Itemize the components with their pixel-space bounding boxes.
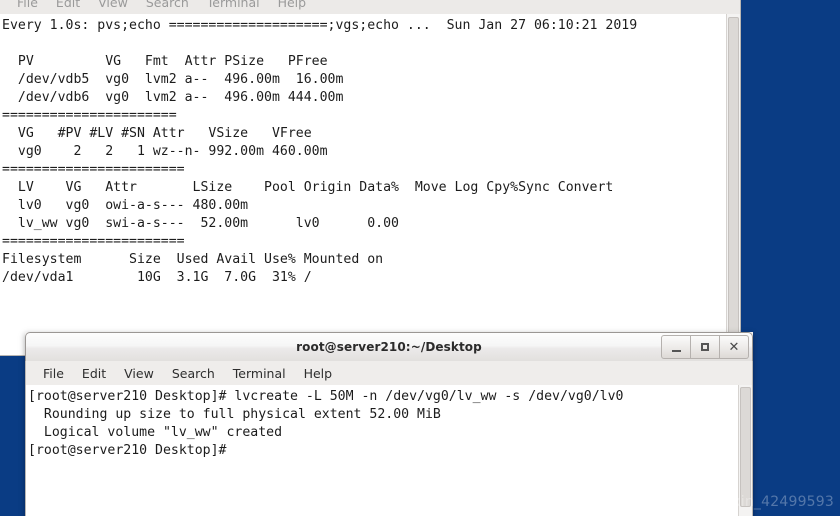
menu-item-edit[interactable]: Edit bbox=[47, 0, 89, 12]
root-scrollbar-thumb[interactable] bbox=[740, 387, 751, 507]
watch-terminal-output: Every 1.0s: pvs;echo ===================… bbox=[2, 18, 638, 285]
maximize-button[interactable] bbox=[691, 335, 720, 359]
menu-item-help[interactable]: Help bbox=[295, 364, 342, 383]
menu-item-search[interactable]: Search bbox=[137, 0, 198, 12]
menu-item-file[interactable]: File bbox=[34, 364, 73, 383]
menu-item-terminal[interactable]: Terminal bbox=[224, 364, 295, 383]
menu-item-help[interactable]: Help bbox=[269, 0, 316, 12]
watermark-text: https://blog.csdn.net/weixin_42499593 bbox=[553, 494, 834, 510]
minimize-button[interactable] bbox=[661, 335, 691, 359]
menu-item-edit[interactable]: Edit bbox=[73, 364, 115, 383]
watch-terminal-scrollbar[interactable] bbox=[726, 14, 740, 355]
root-terminal-window[interactable]: root@server210:~/Desktop ✕ File Edit Vie… bbox=[25, 332, 753, 516]
terminal-menubar[interactable]: File Edit View Search Terminal Help bbox=[25, 361, 753, 385]
menu-item-search[interactable]: Search bbox=[163, 364, 224, 383]
desktop-screen: File Edit View Search Terminal Help Ever… bbox=[0, 0, 840, 516]
maximize-icon bbox=[701, 343, 709, 351]
minimize-icon bbox=[671, 349, 681, 352]
close-icon: ✕ bbox=[728, 339, 740, 355]
watch-monitor-window[interactable]: File Edit View Search Terminal Help Ever… bbox=[0, 0, 741, 356]
watch-window-menubar[interactable]: File Edit View Search Terminal Help bbox=[0, 0, 741, 14]
watch-terminal-body[interactable]: Every 1.0s: pvs;echo ===================… bbox=[0, 14, 741, 356]
terminal-titlebar[interactable]: root@server210:~/Desktop ✕ bbox=[25, 332, 753, 361]
menu-item-view[interactable]: View bbox=[115, 364, 163, 383]
terminal-title: root@server210:~/Desktop bbox=[296, 340, 482, 354]
menu-item-terminal[interactable]: Terminal bbox=[198, 0, 269, 12]
window-controls[interactable]: ✕ bbox=[661, 335, 749, 359]
close-button[interactable]: ✕ bbox=[720, 335, 749, 359]
watch-scrollbar-thumb[interactable] bbox=[728, 17, 739, 345]
menu-item-view[interactable]: View bbox=[89, 0, 137, 12]
menu-item-file[interactable]: File bbox=[8, 0, 47, 12]
